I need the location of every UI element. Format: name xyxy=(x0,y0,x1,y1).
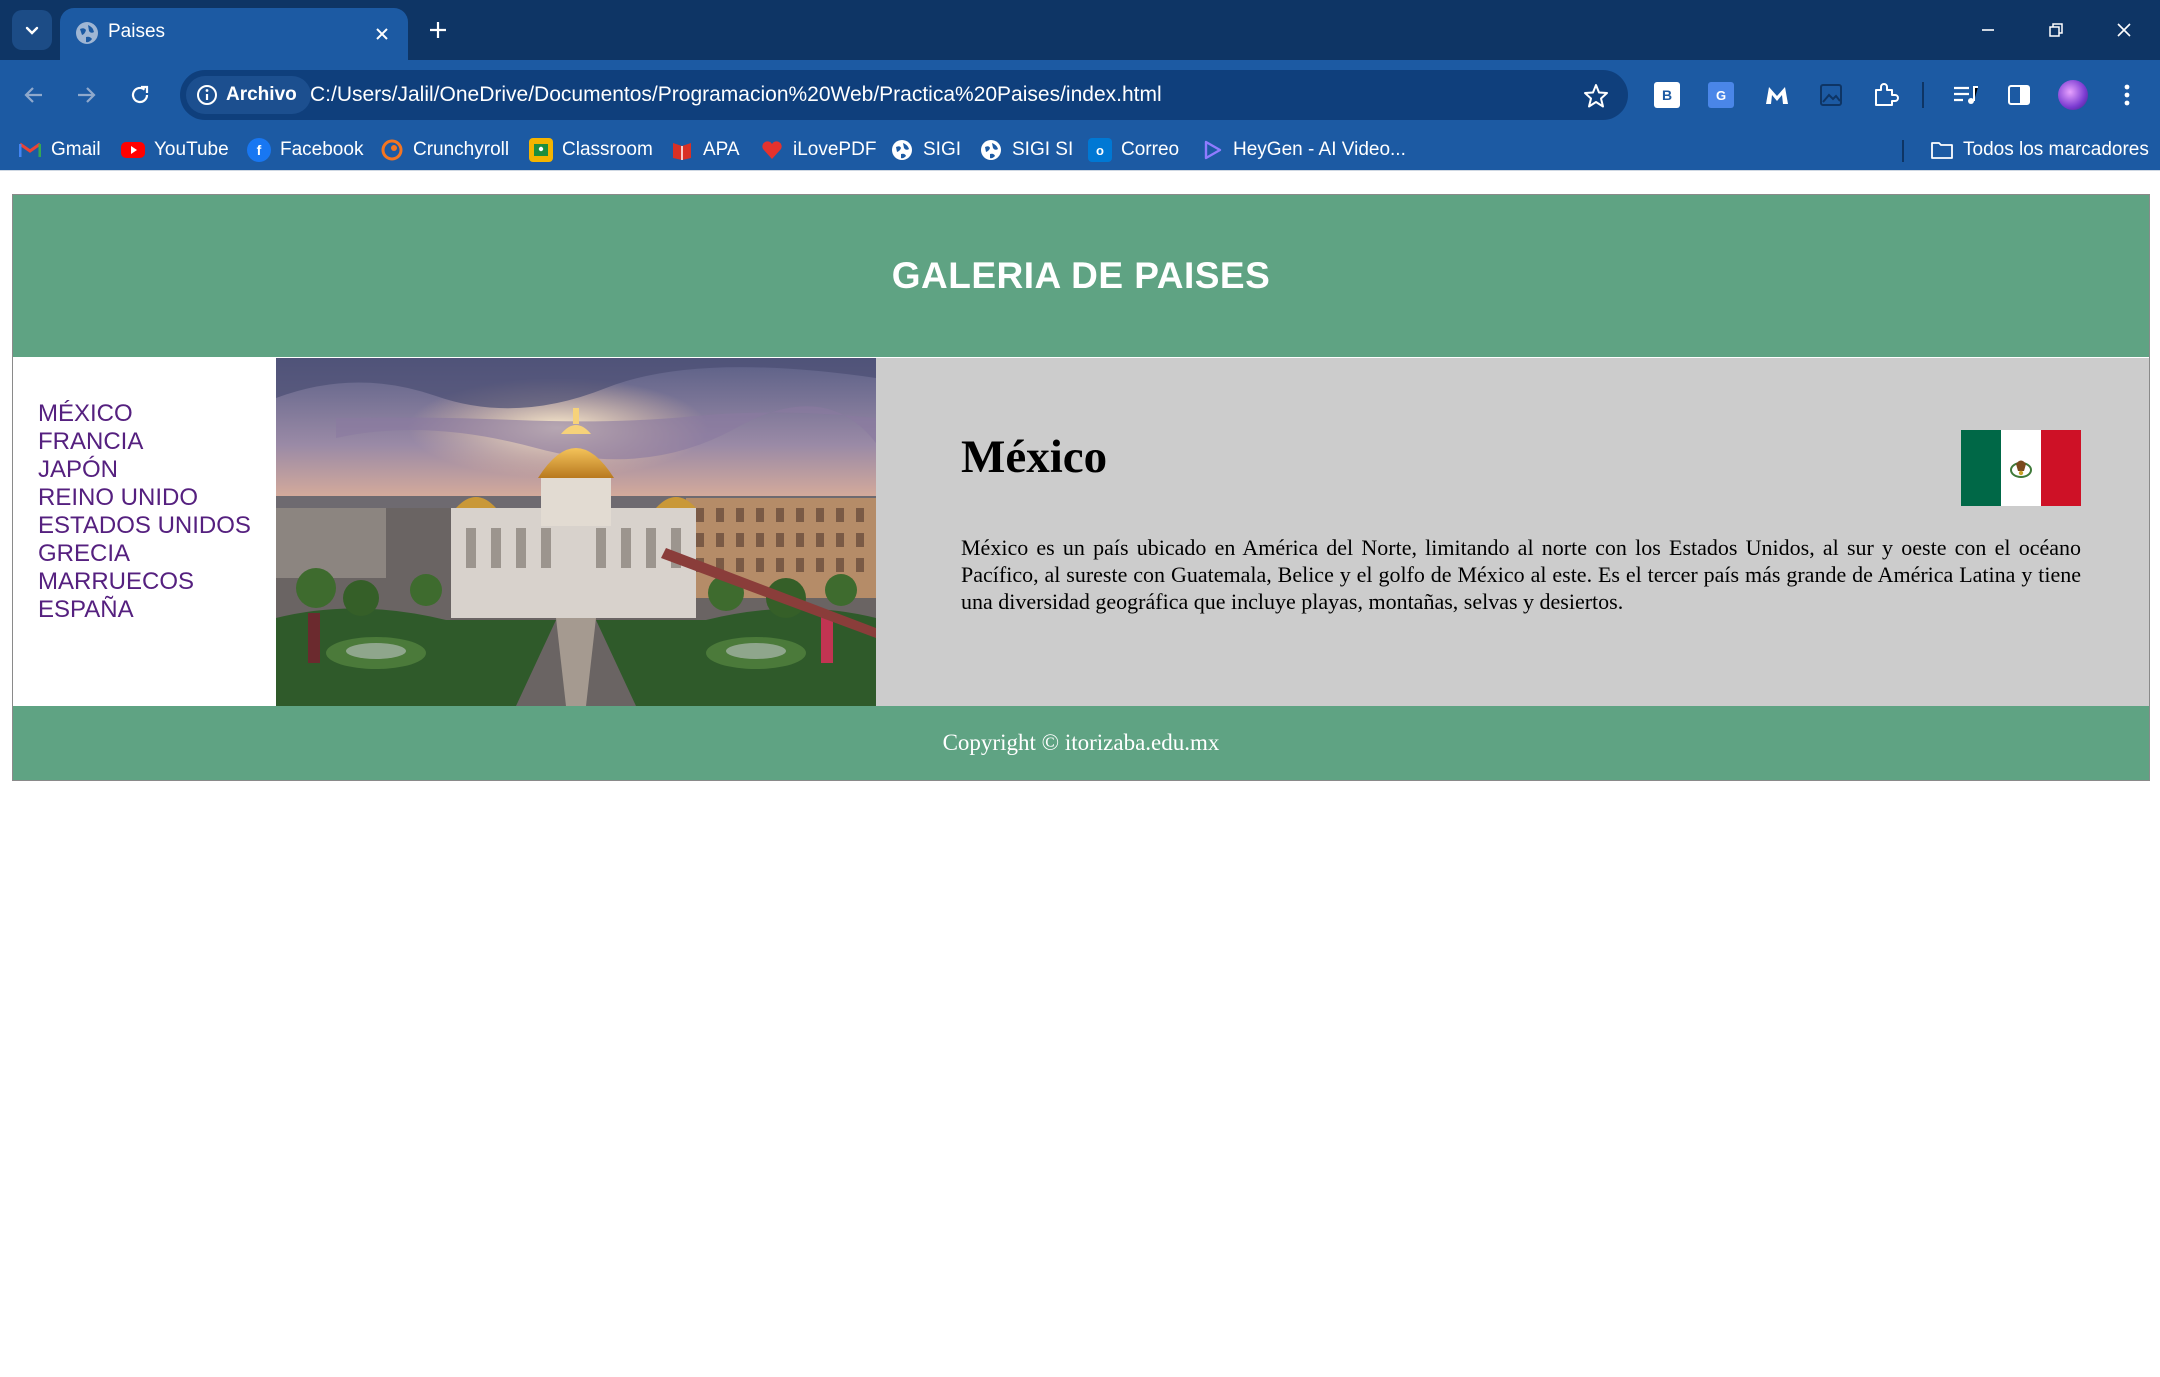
site-header: GALERIA DE PAISES xyxy=(13,195,2149,357)
page-container: GALERIA DE PAISES MÉXICO FRANCIA JAPÓN R… xyxy=(12,194,2150,781)
profile-avatar[interactable] xyxy=(2058,80,2088,110)
bookmark-label: Crunchyroll xyxy=(413,139,510,160)
copyright-text: Copyright © itorizaba.edu.mx xyxy=(942,730,1220,755)
toolbar-divider xyxy=(1922,82,1924,108)
url-text[interactable]: C:/Users/Jalil/OneDrive/Documentos/Progr… xyxy=(310,83,1162,107)
bookmarks-bar: Gmail YouTube f Facebook Crunchyroll Cla… xyxy=(0,130,2160,170)
crunchyroll-icon xyxy=(380,138,404,162)
site-info-label: Archivo xyxy=(226,84,297,105)
menu-link-francia[interactable]: FRANCIA xyxy=(38,428,276,456)
folder-icon xyxy=(1930,138,1954,162)
restore-button[interactable] xyxy=(2034,10,2078,50)
reload-button[interactable] xyxy=(120,75,160,115)
minimize-icon xyxy=(1982,29,1994,31)
youtube-icon xyxy=(121,138,145,162)
all-bookmarks-button[interactable]: Todos los marcadores xyxy=(1930,137,2149,163)
plus-icon xyxy=(430,22,446,38)
apa-icon xyxy=(670,138,694,162)
bookmark-gmail[interactable]: Gmail xyxy=(18,137,101,163)
menu-link-reino-unido[interactable]: REINO UNIDO xyxy=(38,484,276,512)
tab-title: Paises xyxy=(108,21,166,42)
bookmark-ilovepdf[interactable]: iLovePDF xyxy=(760,137,876,163)
bookmark-correo[interactable]: o Correo xyxy=(1088,137,1179,163)
country-description: México es un país ubicado en América del… xyxy=(961,535,2081,614)
heygen-icon xyxy=(1200,138,1224,162)
menu-link-japon[interactable]: JAPÓN xyxy=(38,456,276,484)
menu-link-espana[interactable]: ESPAÑA xyxy=(38,596,276,624)
globe-icon xyxy=(979,138,1003,162)
bookmark-label: SIGI SI xyxy=(1012,139,1074,160)
restore-icon xyxy=(2049,23,2063,37)
bookmark-label: Correo xyxy=(1121,139,1180,160)
bookmark-facebook[interactable]: f Facebook xyxy=(247,137,363,163)
country-title: México xyxy=(961,431,1108,483)
minimize-button[interactable] xyxy=(1966,10,2010,50)
gmail-icon xyxy=(18,138,42,162)
bookmark-label: Gmail xyxy=(51,139,101,160)
tab-close-button[interactable] xyxy=(370,22,394,46)
menu-kebab-icon[interactable] xyxy=(2112,80,2142,110)
star-icon[interactable] xyxy=(1582,82,1610,110)
bookmark-label: HeyGen - AI Video... xyxy=(1233,139,1406,160)
bookmark-heygen[interactable]: HeyGen - AI Video... xyxy=(1200,137,1406,163)
heart-icon xyxy=(760,138,784,162)
outlook-icon: o xyxy=(1088,138,1112,162)
menu-link-marruecos[interactable]: MARRUECOS xyxy=(38,568,276,596)
arrow-right-icon xyxy=(78,87,96,103)
menu-link-mexico[interactable]: MÉXICO xyxy=(38,400,276,428)
media-control-icon[interactable] xyxy=(1950,80,1980,110)
mexico-flag-icon xyxy=(1961,430,2081,506)
bookmark-label: Facebook xyxy=(280,139,364,160)
menu-link-estados-unidos[interactable]: ESTADOS UNIDOS xyxy=(38,512,276,540)
side-panel-icon[interactable] xyxy=(2004,80,2034,110)
all-bookmarks-label: Todos los marcadores xyxy=(1963,139,2149,160)
malwarebytes-extension-icon[interactable] xyxy=(1762,80,1792,110)
bookmark-label: SIGI xyxy=(923,139,962,160)
country-photo xyxy=(276,358,876,706)
browser-tab-active[interactable]: Paises xyxy=(60,8,408,60)
bookmark-youtube[interactable]: YouTube xyxy=(121,137,229,163)
close-window-button[interactable] xyxy=(2102,10,2146,50)
bookmark-label: iLovePDF xyxy=(793,139,877,160)
browser-tabstrip: Paises xyxy=(0,0,2160,60)
bookmarks-divider xyxy=(1902,140,1904,162)
info-icon xyxy=(197,85,217,105)
browser-toolbar: Archivo C:/Users/Jalil/OneDrive/Document… xyxy=(0,60,2160,130)
site-info-chip[interactable]: Archivo xyxy=(186,76,311,114)
image-extension-icon[interactable] xyxy=(1816,80,1846,110)
arrow-left-icon xyxy=(24,87,42,103)
menu-link-grecia[interactable]: GRECIA xyxy=(38,540,276,568)
globe-icon xyxy=(76,22,98,44)
classroom-icon xyxy=(529,138,553,162)
bitwarden-extension-icon[interactable]: B xyxy=(1652,80,1682,110)
chevron-down-icon xyxy=(25,26,39,35)
puzzle-icon[interactable] xyxy=(1870,80,1900,110)
close-icon xyxy=(376,28,388,40)
facebook-icon: f xyxy=(247,138,271,162)
page-title: GALERIA DE PAISES xyxy=(891,255,1271,296)
bookmark-crunchyroll[interactable]: Crunchyroll xyxy=(380,137,509,163)
close-icon xyxy=(2117,23,2131,37)
back-button[interactable] xyxy=(14,75,54,115)
country-menu: MÉXICO FRANCIA JAPÓN REINO UNIDO ESTADOS… xyxy=(13,358,276,706)
tab-search-button[interactable] xyxy=(12,10,52,50)
address-bar[interactable]: Archivo C:/Users/Jalil/OneDrive/Document… xyxy=(180,70,1628,120)
translate-extension-icon[interactable]: G xyxy=(1706,80,1736,110)
bookmark-label: Classroom xyxy=(562,139,653,160)
globe-icon xyxy=(890,138,914,162)
bookmark-label: YouTube xyxy=(154,139,229,160)
country-info-panel: México México es un país ubicado en Amér… xyxy=(876,358,2149,706)
reload-icon xyxy=(131,85,149,104)
site-footer: Copyright © itorizaba.edu.mx xyxy=(13,706,2149,780)
bookmark-sigi-si[interactable]: SIGI SI xyxy=(979,137,1073,163)
forward-button[interactable] xyxy=(66,75,106,115)
bookmark-apa[interactable]: APA xyxy=(670,137,740,163)
bookmark-classroom[interactable]: Classroom xyxy=(529,137,653,163)
content-top-edge xyxy=(0,170,2160,182)
new-tab-button[interactable] xyxy=(422,14,454,46)
bookmark-label: APA xyxy=(703,139,740,160)
bookmark-sigi[interactable]: SIGI xyxy=(890,137,961,163)
